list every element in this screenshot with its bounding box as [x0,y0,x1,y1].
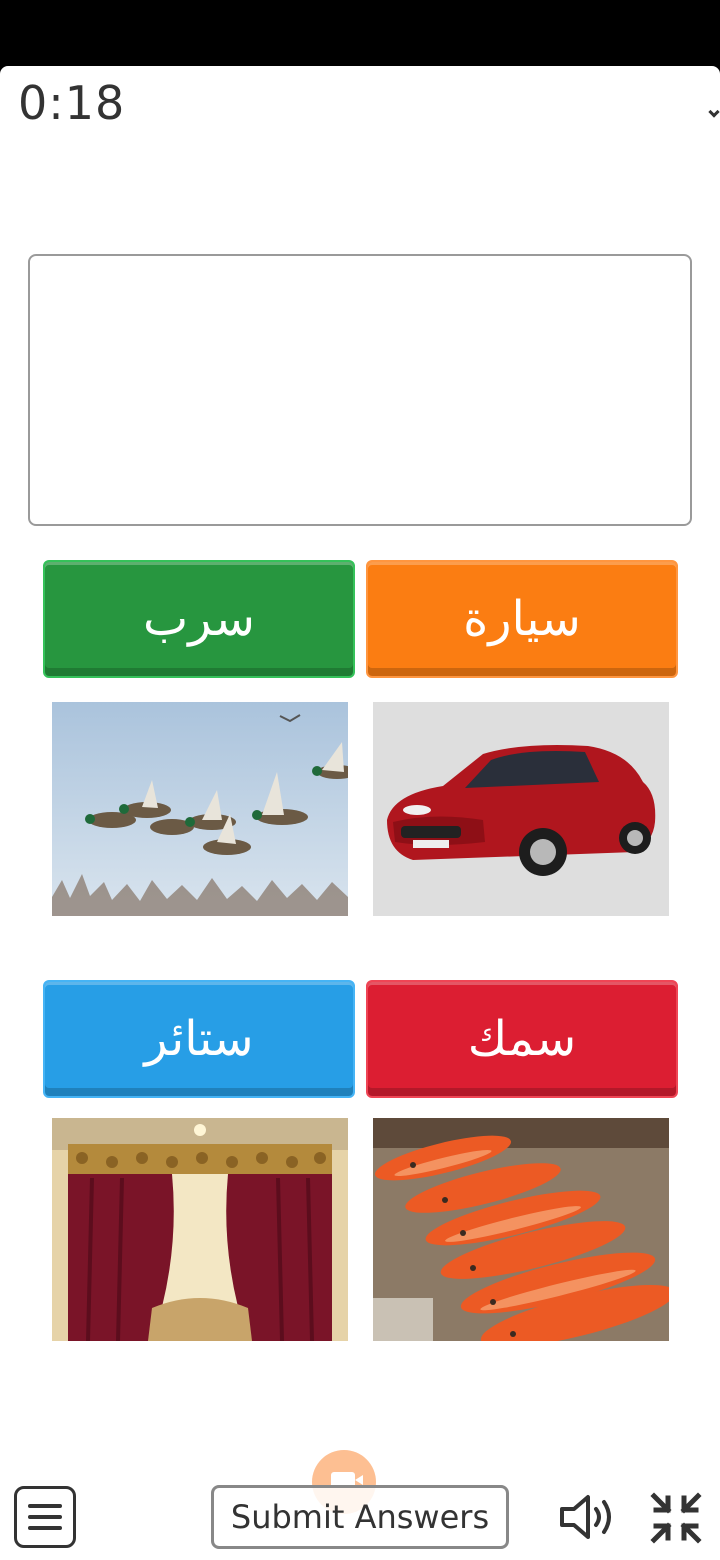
red-car-image [373,702,669,916]
submit-answers-button[interactable]: Submit Answers [211,1485,509,1549]
word-button-samak[interactable]: سمك [366,980,678,1098]
red-fish-image [373,1118,669,1341]
curtains-image [52,1118,348,1341]
word-button-sayyara[interactable]: سيارة [366,560,678,678]
answer-drop-box[interactable] [28,254,692,526]
timer: 0:18 [18,76,126,130]
flying-ducks-image [52,702,348,916]
speaker-icon[interactable] [558,1494,618,1540]
shrink-icon[interactable] [648,1490,704,1546]
menu-icon[interactable] [14,1486,76,1548]
word-button-sarb[interactable]: سرب [43,560,355,678]
status-bar [0,0,720,66]
word-button-sataer[interactable]: ستائر [43,980,355,1098]
